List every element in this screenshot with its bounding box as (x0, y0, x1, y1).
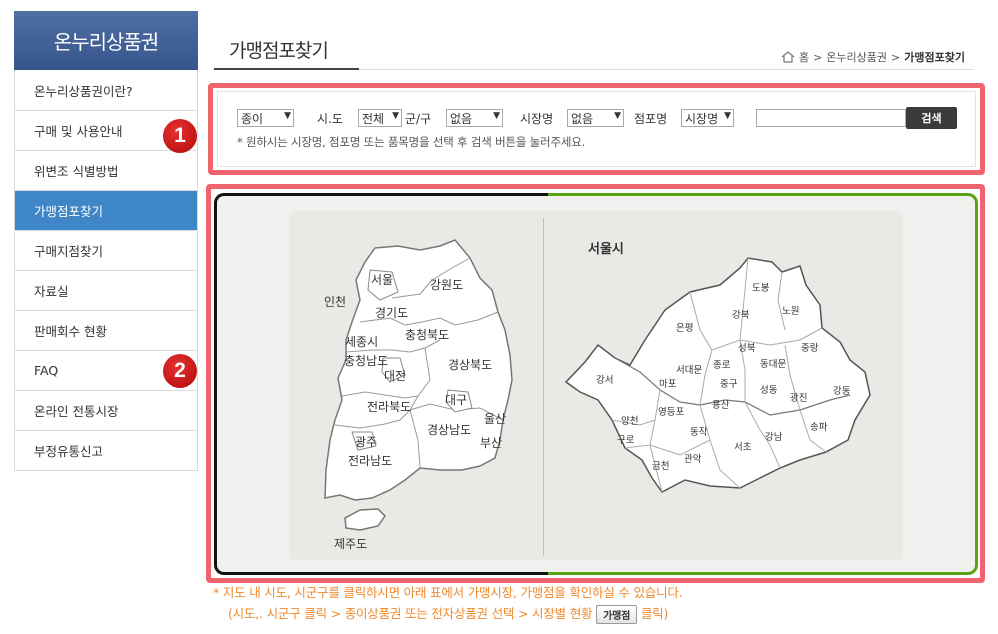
district-yeongdeungpo[interactable]: 영등포 (658, 404, 684, 418)
region-jeonbuk[interactable]: 전라북도 (367, 398, 411, 415)
district-dobong[interactable]: 도봉 (752, 280, 769, 294)
district-eunpyeong[interactable]: 은평 (676, 320, 693, 334)
district-gangseo[interactable]: 강서 (596, 372, 613, 386)
region-daejeon[interactable]: 대전 (384, 367, 406, 384)
region-seoul[interactable]: 서울 (371, 271, 393, 288)
store-button-example: 가맹점 (596, 605, 638, 624)
seoul-map-title: 서울시 (588, 242, 624, 257)
district-seodaemun[interactable]: 서대문 (676, 362, 702, 376)
region-chungbuk[interactable]: 충청북도 (405, 326, 449, 343)
region-incheon[interactable]: 인천 (324, 293, 346, 310)
district-jongno[interactable]: 종로 (713, 357, 730, 371)
region-gwangju[interactable]: 광주 (355, 433, 377, 450)
region-gyeongbuk[interactable]: 경상북도 (448, 356, 492, 373)
district-songpa[interactable]: 송파 (810, 419, 827, 433)
district-guro[interactable]: 구로 (617, 432, 634, 446)
district-junggu[interactable]: 중구 (720, 376, 737, 390)
district-yongsan[interactable]: 용산 (712, 397, 729, 411)
region-gyeonggi[interactable]: 경기도 (375, 304, 408, 321)
district-seongdong[interactable]: 성동 (760, 382, 777, 396)
region-jeju[interactable]: 제주도 (334, 535, 367, 552)
region-sejong[interactable]: 세종시 (345, 333, 378, 350)
map-note-line2: (시도,. 시군구 클릭 > 종이상품권 또는 전자상품권 선택 > 시장별 현… (228, 603, 668, 624)
district-gangdong[interactable]: 강동 (833, 383, 850, 397)
region-maps (324, 239, 871, 531)
region-chungnam[interactable]: 충청남도 (344, 352, 388, 369)
district-gwanak[interactable]: 관악 (684, 451, 701, 465)
district-gangbuk[interactable]: 강북 (732, 307, 749, 321)
district-geumcheon[interactable]: 금천 (652, 458, 669, 472)
district-yangcheon[interactable]: 양천 (621, 413, 638, 427)
district-dongjak[interactable]: 동작 (690, 424, 707, 438)
district-gwangjin[interactable]: 광진 (790, 390, 807, 404)
note-line2-suffix: 클릭) (640, 606, 669, 621)
district-seocho[interactable]: 서초 (734, 439, 751, 453)
district-gangnam[interactable]: 강남 (765, 429, 782, 443)
district-nowon[interactable]: 노원 (782, 303, 799, 317)
district-seongbuk[interactable]: 성북 (738, 340, 755, 354)
jeju-outline (344, 508, 386, 531)
region-gyeongnam[interactable]: 경상남도 (427, 421, 471, 438)
map-note-line1: * 지도 내 시도, 시군구를 클릭하시면 아래 표에서 가맹시장, 가맹점을 … (213, 585, 683, 600)
note-line2-prefix: (시도,. 시군구 클릭 > 종이상품권 또는 전자상품권 선택 > 시장별 현… (228, 606, 593, 621)
region-gangwon[interactable]: 강원도 (430, 276, 463, 293)
region-jeonnam[interactable]: 전라남도 (348, 452, 392, 469)
region-daegu[interactable]: 대구 (445, 391, 467, 408)
region-ulsan[interactable]: 울산 (484, 410, 506, 427)
district-dongdaemun[interactable]: 동대문 (760, 356, 786, 370)
region-busan[interactable]: 부산 (480, 434, 502, 451)
district-mapo[interactable]: 마포 (659, 376, 676, 390)
district-jungnang[interactable]: 중랑 (801, 340, 818, 354)
